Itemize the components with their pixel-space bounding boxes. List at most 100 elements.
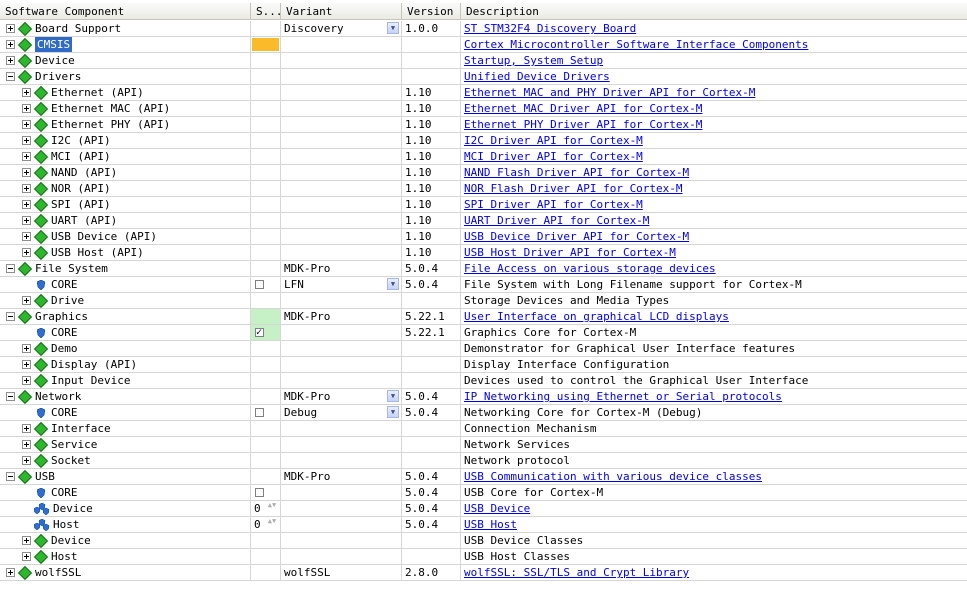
component-row[interactable]: NOR (API) 1.10 NOR Flash Driver API for Co… bbox=[0, 181, 967, 197]
component-row[interactable]: Drive Storage Devices and Media Types bbox=[0, 293, 967, 309]
component-tree-node[interactable]: USB Device (API) bbox=[22, 229, 157, 244]
component-row[interactable]: Service Network Services bbox=[0, 437, 967, 453]
selection-cell[interactable] bbox=[251, 133, 281, 149]
component-row[interactable]: USB MDK-Pro 5.0.4 USB Communication with va… bbox=[0, 469, 967, 485]
description-cell[interactable]: File Access on various storage devices bbox=[461, 261, 967, 277]
component-row[interactable]: CORE 5.0.4 USB Core for Cortex-M bbox=[0, 485, 967, 501]
description-cell[interactable]: Startup, System Setup bbox=[461, 53, 967, 69]
description-cell[interactable]: Ethernet PHY Driver API for Cortex-M bbox=[461, 117, 967, 133]
selection-cell[interactable] bbox=[251, 101, 281, 117]
component-name-cell[interactable]: Ethernet PHY (API) bbox=[0, 117, 251, 133]
selection-cell[interactable] bbox=[251, 453, 281, 469]
collapse-icon[interactable] bbox=[6, 472, 15, 481]
expand-icon[interactable] bbox=[22, 440, 31, 449]
selection-cell[interactable] bbox=[251, 117, 281, 133]
expand-icon[interactable] bbox=[22, 104, 31, 113]
description-link[interactable]: USB Communication with various device cl… bbox=[464, 470, 762, 483]
component-tree-node[interactable]: Socket bbox=[22, 453, 91, 468]
expand-icon[interactable] bbox=[22, 424, 31, 433]
component-name-cell[interactable]: CORE bbox=[0, 405, 251, 421]
component-row[interactable]: I2C (API) 1.10 I2C Driver API for Cortex-M bbox=[0, 133, 967, 149]
component-row[interactable]: Display (API) Display Interface Configura… bbox=[0, 357, 967, 373]
selection-cell[interactable] bbox=[251, 277, 281, 293]
description-cell[interactable]: USB Device bbox=[461, 501, 967, 517]
description-link[interactable]: USB Device bbox=[464, 502, 530, 515]
instance-count[interactable]: 0 bbox=[254, 501, 261, 516]
selection-cell[interactable] bbox=[251, 69, 281, 85]
component-tree-node[interactable]: Graphics bbox=[6, 309, 88, 324]
description-link[interactable]: Startup, System Setup bbox=[464, 54, 603, 67]
component-row[interactable]: Demo Demonstrator for Graphical User Inte… bbox=[0, 341, 967, 357]
expand-icon[interactable] bbox=[22, 552, 31, 561]
component-tree-node[interactable]: CORE bbox=[22, 325, 78, 340]
description-cell[interactable]: USB Host Driver API for Cortex-M bbox=[461, 245, 967, 261]
selection-cell[interactable] bbox=[251, 181, 281, 197]
selection-cell[interactable] bbox=[251, 485, 281, 501]
expand-icon[interactable] bbox=[22, 536, 31, 545]
component-row[interactable]: USB Device (API) 1.10 USB Device Driver AP… bbox=[0, 229, 967, 245]
component-name-cell[interactable]: SPI (API) bbox=[0, 197, 251, 213]
selection-cell[interactable] bbox=[251, 421, 281, 437]
selection-cell[interactable] bbox=[251, 21, 281, 37]
component-tree-node[interactable]: wolfSSL bbox=[6, 565, 81, 580]
instance-count[interactable]: 0 bbox=[254, 517, 261, 532]
component-name-cell[interactable]: CORE bbox=[0, 325, 251, 341]
expand-icon[interactable] bbox=[6, 56, 15, 65]
component-name-cell[interactable]: NAND (API) bbox=[0, 165, 251, 181]
description-link[interactable]: Ethernet MAC Driver API for Cortex-M bbox=[464, 102, 702, 115]
expand-icon[interactable] bbox=[22, 344, 31, 353]
component-row[interactable]: Device 0 ▲▼ 5.0.4 USB Device bbox=[0, 501, 967, 517]
component-tree-node[interactable]: Drivers bbox=[6, 69, 81, 84]
component-tree-node[interactable]: MCI (API) bbox=[22, 149, 111, 164]
component-tree-node[interactable]: Device bbox=[22, 533, 91, 548]
description-link[interactable]: ST STM32F4 Discovery Board bbox=[464, 22, 636, 35]
expand-icon[interactable] bbox=[22, 360, 31, 369]
collapse-icon[interactable] bbox=[6, 72, 15, 81]
description-cell[interactable]: Ethernet MAC and PHY Driver API for Cort… bbox=[461, 85, 967, 101]
spinner-arrows-icon[interactable]: ▲▼ bbox=[267, 518, 277, 531]
component-tree-node[interactable]: CMSIS bbox=[6, 37, 73, 52]
variant-cell[interactable]: Debug ▼ bbox=[281, 405, 402, 421]
description-cell[interactable]: UART Driver API for Cortex-M bbox=[461, 213, 967, 229]
selection-cell[interactable] bbox=[251, 341, 281, 357]
component-name-cell[interactable]: CMSIS bbox=[0, 37, 251, 53]
column-header-version[interactable]: Version bbox=[402, 3, 461, 20]
component-name-cell[interactable]: USB Host (API) bbox=[0, 245, 251, 261]
component-tree-node[interactable]: UART (API) bbox=[22, 213, 117, 228]
selection-cell[interactable] bbox=[251, 325, 281, 341]
selection-cell[interactable]: 0 ▲▼ bbox=[251, 501, 281, 517]
expand-icon[interactable] bbox=[22, 232, 31, 241]
component-row[interactable]: Host 0 ▲▼ 5.0.4 USB Host bbox=[0, 517, 967, 533]
selection-cell[interactable] bbox=[251, 309, 281, 325]
selection-cell[interactable] bbox=[251, 213, 281, 229]
description-link[interactable]: SPI Driver API for Cortex-M bbox=[464, 198, 643, 211]
selection-cell[interactable] bbox=[251, 85, 281, 101]
description-cell[interactable]: Unified Device Drivers bbox=[461, 69, 967, 85]
component-name-cell[interactable]: Device bbox=[0, 53, 251, 69]
component-tree-node[interactable]: Drive bbox=[22, 293, 84, 308]
component-row[interactable]: UART (API) 1.10 UART Driver API for Cortex… bbox=[0, 213, 967, 229]
component-row[interactable]: Ethernet PHY (API) 1.10 Ethernet PHY Drive… bbox=[0, 117, 967, 133]
select-checkbox[interactable] bbox=[255, 325, 264, 340]
component-tree-node[interactable]: NOR (API) bbox=[22, 181, 111, 196]
selection-cell[interactable] bbox=[251, 53, 281, 69]
component-tree-node[interactable]: SPI (API) bbox=[22, 197, 111, 212]
component-tree-node[interactable]: File System bbox=[6, 261, 108, 276]
component-name-cell[interactable]: NOR (API) bbox=[0, 181, 251, 197]
selection-cell[interactable] bbox=[251, 405, 281, 421]
description-cell[interactable]: USB Device Driver API for Cortex-M bbox=[461, 229, 967, 245]
component-tree-node[interactable]: CORE bbox=[22, 485, 78, 500]
collapse-icon[interactable] bbox=[6, 264, 15, 273]
component-row[interactable]: USB Host (API) 1.10 USB Host Driver API fo… bbox=[0, 245, 967, 261]
chevron-down-icon[interactable]: ▼ bbox=[387, 278, 399, 290]
component-name-cell[interactable]: Socket bbox=[0, 453, 251, 469]
component-tree-node[interactable]: Display (API) bbox=[22, 357, 137, 372]
selection-cell[interactable] bbox=[251, 293, 281, 309]
component-row[interactable]: Interface Connection Mechanism bbox=[0, 421, 967, 437]
description-cell[interactable]: MCI Driver API for Cortex-M bbox=[461, 149, 967, 165]
component-tree-node[interactable]: NAND (API) bbox=[22, 165, 117, 180]
component-row[interactable]: Device USB Device Classes bbox=[0, 533, 967, 549]
component-name-cell[interactable]: Host bbox=[0, 517, 251, 533]
select-checkbox[interactable] bbox=[255, 488, 264, 497]
component-name-cell[interactable]: Demo bbox=[0, 341, 251, 357]
